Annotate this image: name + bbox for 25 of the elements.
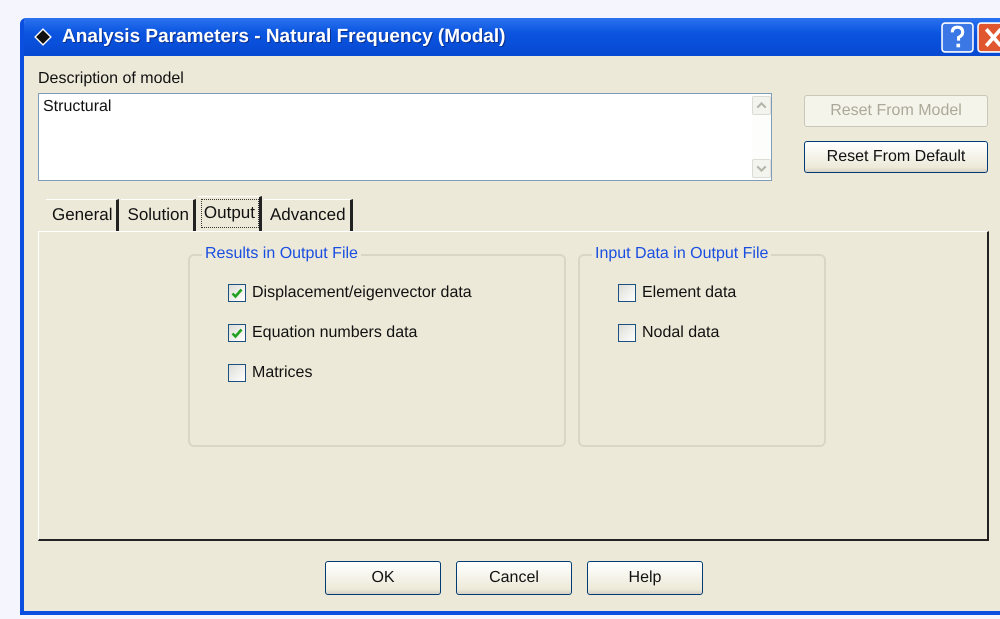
checkbox-label: Element data xyxy=(642,284,736,302)
help-icon[interactable] xyxy=(941,22,974,52)
diamond-icon xyxy=(34,28,52,46)
checkbox-label: Equation numbers data xyxy=(252,324,418,342)
checkbox[interactable] xyxy=(618,324,636,342)
scroll-bar[interactable] xyxy=(752,94,771,180)
tab[interactable]: General xyxy=(46,199,120,231)
checkbox[interactable] xyxy=(618,284,636,302)
tab[interactable]: Solution xyxy=(121,199,196,231)
checkbox-label: Matrices xyxy=(252,364,312,382)
tab[interactable]: Output xyxy=(198,196,262,231)
dialog-button[interactable]: OK xyxy=(325,561,441,595)
group-title: Input Data in Output File xyxy=(592,245,772,263)
checkbox-label: Nodal data xyxy=(642,324,720,342)
tab[interactable]: Advanced xyxy=(264,199,353,231)
window-title: Analysis Parameters - Natural Frequency (Modal) xyxy=(62,26,506,48)
checkbox[interactable] xyxy=(228,364,246,382)
checkbox[interactable] xyxy=(228,324,246,342)
dialog-button[interactable]: Cancel xyxy=(456,561,572,595)
group-title: Results in Output File xyxy=(202,245,361,263)
dialog-button[interactable]: Help xyxy=(587,561,703,595)
checkbox-label: Displacement/eigenvector data xyxy=(252,284,472,302)
checkbox[interactable] xyxy=(228,284,246,302)
reset-button[interactable]: Reset From Default xyxy=(804,141,988,173)
field-label: Description of model xyxy=(38,70,185,88)
